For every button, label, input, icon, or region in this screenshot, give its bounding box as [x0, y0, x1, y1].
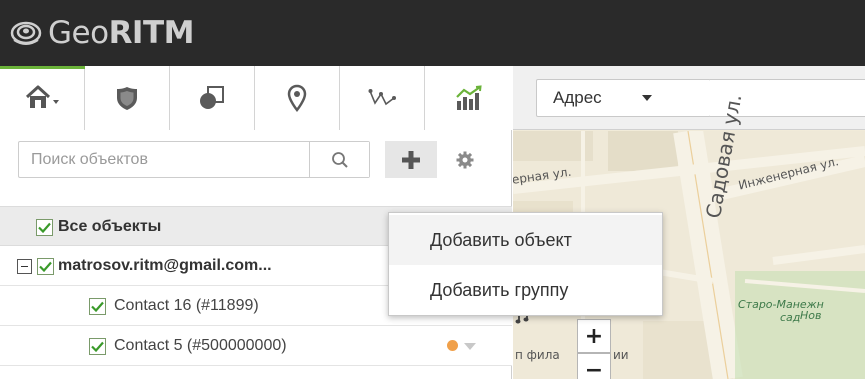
search-input[interactable]	[19, 142, 309, 177]
add-object-menu-item[interactable]: Добавить объект	[389, 215, 662, 265]
group-label: matrosov.ritm@gmail.com...	[58, 257, 272, 274]
place-label: ии	[613, 348, 629, 362]
add-button[interactable]	[385, 141, 437, 178]
search-box	[18, 141, 370, 178]
main-toolbar	[0, 66, 512, 130]
all-objects-checkbox[interactable]	[36, 219, 53, 236]
object-label: Contact 16 (#11899)	[114, 297, 259, 314]
security-button[interactable]	[85, 66, 170, 130]
app-header: GeoRITM	[0, 0, 865, 66]
map-pin-icon	[287, 84, 307, 112]
search-button[interactable]	[309, 142, 369, 177]
logo-icon	[10, 21, 42, 45]
plus-icon	[402, 150, 420, 169]
checkmark-icon	[39, 261, 52, 272]
logo-bold: RITM	[108, 14, 195, 51]
park-label: Нов	[800, 309, 822, 322]
home-button[interactable]	[0, 66, 85, 130]
add-menu: Добавить объект Добавить группу	[388, 212, 663, 316]
gear-icon	[456, 151, 474, 168]
address-type-label: Адрес	[553, 88, 602, 107]
collapse-toggle[interactable]	[17, 259, 32, 274]
address-type-select[interactable]: Адрес	[536, 79, 711, 117]
chevron-down-icon	[642, 95, 652, 101]
object-label: Contact 5 (#500000000)	[114, 337, 287, 354]
logo-prefix: Geo	[48, 14, 109, 51]
shield-icon	[117, 87, 137, 110]
checkmark-icon	[38, 222, 51, 233]
places-button[interactable]	[255, 66, 340, 130]
status-dot	[447, 340, 458, 351]
settings-button[interactable]	[440, 141, 490, 178]
route-icon	[368, 89, 396, 106]
zoom-in-label: +	[584, 323, 604, 349]
search-icon	[331, 151, 348, 168]
group-checkbox[interactable]	[37, 258, 54, 275]
checkmark-icon	[91, 301, 104, 312]
app-logo[interactable]: GeoRITM	[10, 14, 194, 52]
zoom-out-button[interactable]: −	[577, 353, 611, 379]
home-icon	[25, 85, 59, 108]
chevron-down-icon[interactable]	[464, 343, 476, 350]
checkmark-icon	[91, 341, 104, 352]
park-label: сад	[780, 311, 801, 324]
object-checkbox[interactable]	[89, 298, 106, 315]
chevron-down-icon	[53, 100, 59, 104]
logo-text: GeoRITM	[48, 14, 195, 51]
zones-icon	[200, 86, 224, 109]
add-group-menu-item[interactable]: Добавить группу	[389, 265, 662, 315]
chart-icon	[455, 85, 482, 110]
object-checkbox[interactable]	[89, 338, 106, 355]
routes-button[interactable]	[340, 66, 425, 130]
reports-button[interactable]	[425, 66, 512, 130]
zoom-in-button[interactable]: +	[577, 319, 611, 353]
list-item[interactable]: Contact 5 (#500000000)	[0, 326, 512, 366]
all-objects-label: Все объекты	[58, 218, 162, 235]
place-label: п фила	[515, 348, 560, 362]
search-row	[0, 130, 512, 190]
map-toolbar: Адрес	[513, 66, 865, 130]
zoom-out-label: −	[584, 357, 604, 379]
zones-button[interactable]	[170, 66, 255, 130]
